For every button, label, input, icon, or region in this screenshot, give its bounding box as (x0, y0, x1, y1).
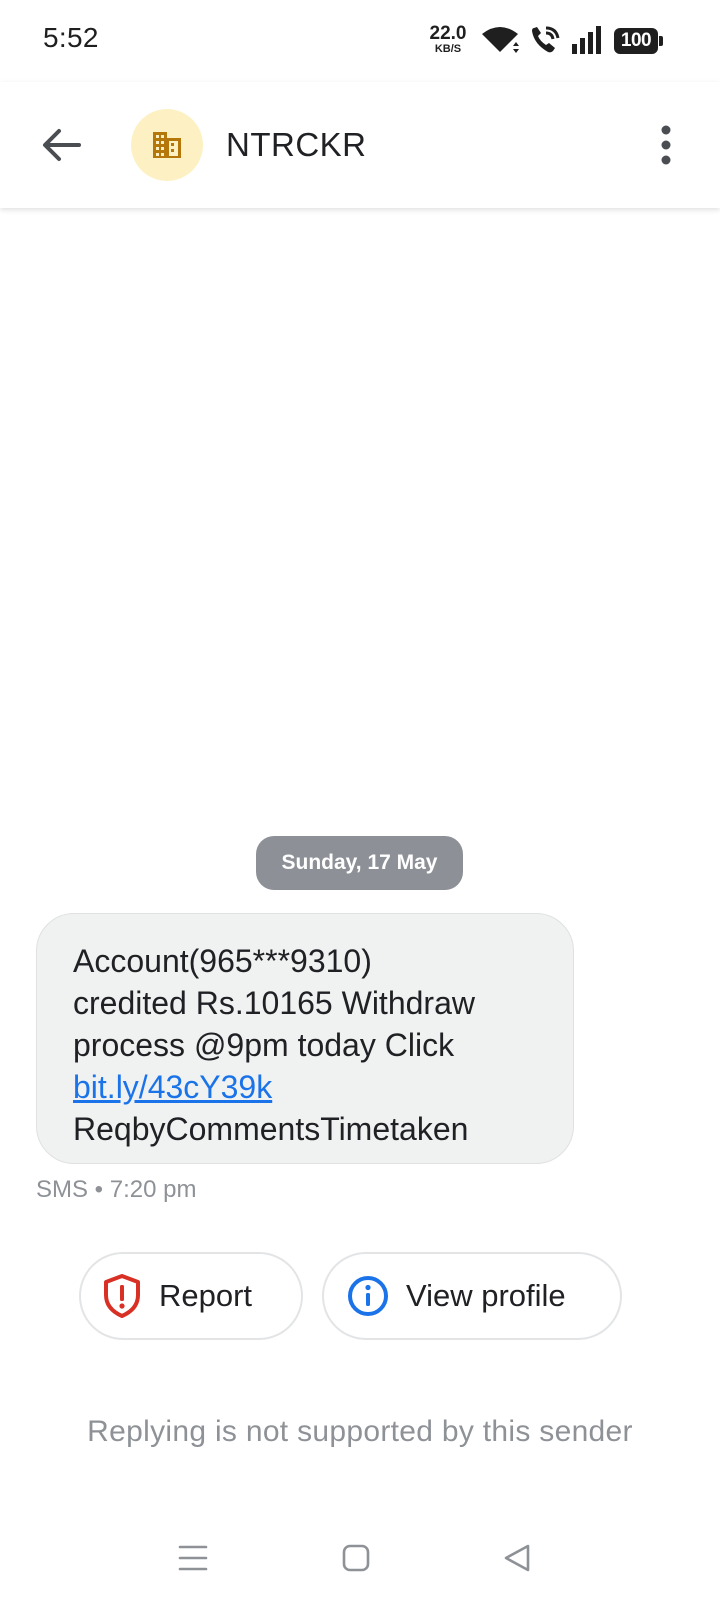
back-triangle-icon (504, 1544, 530, 1572)
signal-icon (570, 24, 604, 61)
message-line: credited Rs.10165 Withdraw (73, 985, 475, 1021)
report-label: Report (159, 1278, 253, 1313)
info-icon (346, 1274, 390, 1318)
message-timestamp: SMS • 7:20 pm (36, 1176, 197, 1203)
home-button[interactable] (334, 1536, 378, 1580)
home-square-icon (342, 1544, 370, 1572)
battery-icon: 100 (614, 28, 663, 54)
more-vert-icon (661, 125, 671, 165)
navigation-bar (0, 1520, 720, 1604)
status-bar: 5:52 22.0 KB/S 100 (0, 0, 720, 82)
menu-icon (178, 1545, 208, 1571)
status-time: 5:52 (43, 22, 99, 53)
message-bubble[interactable]: Account(965***9310) credited Rs.10165 Wi… (36, 913, 574, 1164)
sender-name: NTRCKR (226, 126, 367, 163)
message-line: process @9pm today Click (73, 1027, 455, 1063)
arrow-back-icon (43, 129, 81, 161)
recent-apps-button[interactable] (171, 1536, 215, 1580)
app-bar: NTRCKR (0, 82, 720, 208)
back-button[interactable] (36, 120, 86, 170)
reply-unsupported-notice: Replying is not supported by this sender (87, 1415, 633, 1448)
system-back-button[interactable] (495, 1536, 539, 1580)
message-line: ReqbyCommentsTimetaken (73, 1111, 469, 1147)
message-line: Account(965***9310) (73, 943, 372, 979)
network-speed-value: 22.0 (429, 23, 467, 44)
more-options-button[interactable] (648, 120, 684, 170)
date-divider: Sunday, 17 May (256, 836, 463, 890)
message-link[interactable]: bit.ly/43cY39k (73, 1066, 543, 1108)
business-icon (153, 132, 181, 158)
network-speed-unit: KB/S (434, 43, 462, 55)
network-speed: 22.0 KB/S (424, 24, 472, 55)
sender-avatar[interactable] (131, 109, 203, 181)
shield-alert-icon (101, 1273, 143, 1319)
wifi-icon (480, 24, 520, 61)
wifi-call-icon (528, 24, 562, 61)
view-profile-button[interactable]: View profile (322, 1252, 622, 1340)
report-button[interactable]: Report (79, 1252, 303, 1340)
view-profile-label: View profile (406, 1278, 566, 1313)
